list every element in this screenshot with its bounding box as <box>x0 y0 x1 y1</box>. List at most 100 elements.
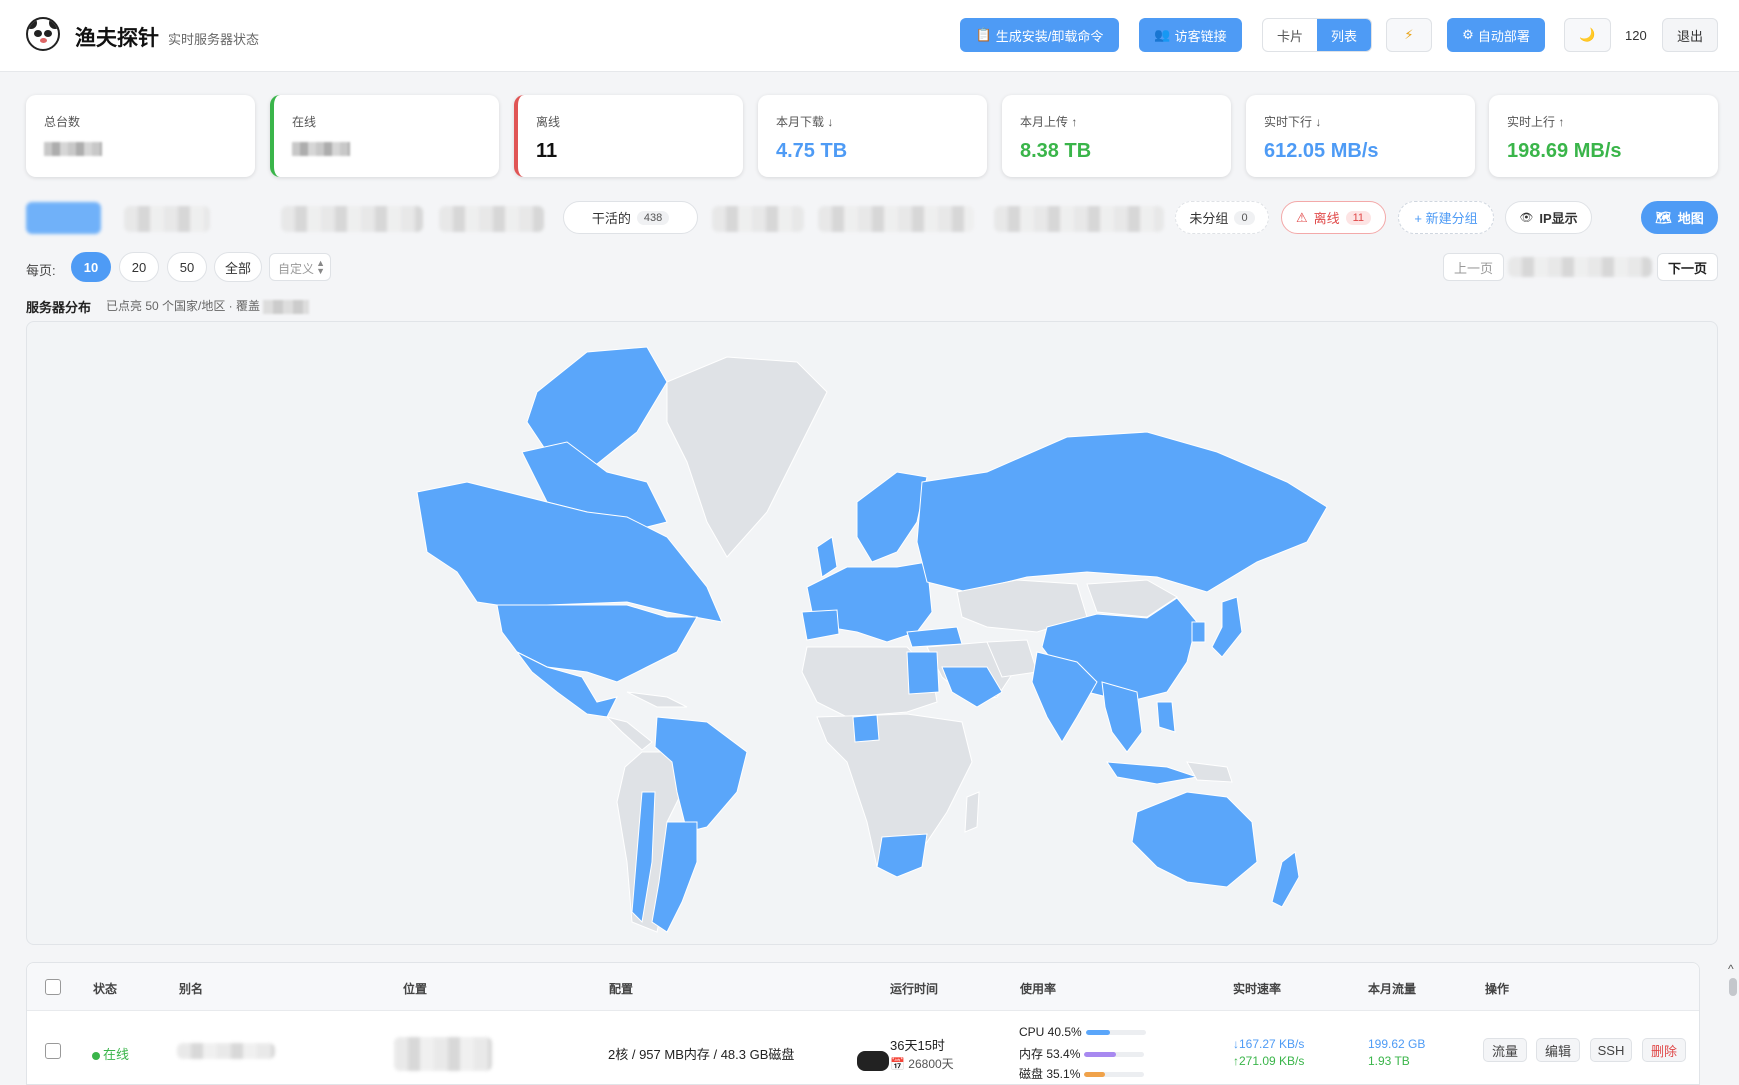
os-badge <box>857 1051 889 1071</box>
map-region-usa <box>496 604 698 683</box>
stat-total: 总台数 <box>26 95 255 177</box>
map-region-south-africa <box>876 833 928 878</box>
panda-logo <box>26 17 60 51</box>
map-region-caribbean <box>626 691 688 708</box>
people-icon: 👥 <box>1154 27 1171 42</box>
map-region-australia <box>1131 791 1258 888</box>
distribution-subtitle: 已点亮 50 个国家/地区 · 覆盖 <box>106 297 310 314</box>
group-tab-ungrouped[interactable]: 未分组 0 <box>1175 201 1269 234</box>
ssh-button[interactable]: SSH <box>1590 1038 1632 1062</box>
traffic-up: 1.93 TB <box>1368 1054 1410 1068</box>
logout-button[interactable]: 退出 <box>1662 18 1718 52</box>
per-page-all[interactable]: 全部 <box>214 252 262 282</box>
redacted-value <box>292 142 350 156</box>
visitor-link-button[interactable]: 👥 访客链接 <box>1139 18 1242 52</box>
view-card-button[interactable]: 卡片 <box>1263 19 1317 51</box>
col-alias[interactable]: 别名 <box>179 980 203 997</box>
group-tab-redacted[interactable] <box>124 206 210 232</box>
stat-realtime-down: 实时下行 ↓ 612.05 MB/s <box>1246 95 1475 177</box>
prev-page-button[interactable]: 上一页 <box>1443 253 1504 281</box>
server-location <box>394 1037 492 1071</box>
expire-value: 📅 26800天 <box>890 1057 954 1071</box>
map-region-nigeria <box>852 714 880 743</box>
row-checkbox[interactable] <box>45 1043 61 1059</box>
next-page-button[interactable]: 下一页 <box>1657 253 1718 281</box>
edit-button[interactable]: 编辑 <box>1536 1038 1580 1062</box>
map-region-central-america <box>605 716 653 751</box>
map-region-southeast-asia <box>1101 681 1143 753</box>
theme-toggle-button[interactable]: 🌙 <box>1564 18 1611 52</box>
scrollbar-thumb[interactable] <box>1729 978 1737 996</box>
group-tab-working[interactable]: 干活的 438 <box>563 201 698 234</box>
warning-icon: ⚠ <box>1295 209 1308 225</box>
col-location[interactable]: 位置 <box>403 980 427 997</box>
rate-down: ↓167.27 KB/s <box>1233 1037 1305 1051</box>
server-alias[interactable] <box>177 1043 275 1059</box>
group-tab-offline[interactable]: ⚠ 离线 11 <box>1281 201 1386 234</box>
scroll-up-arrow[interactable]: ^ <box>1728 962 1734 976</box>
group-tab-redacted[interactable] <box>281 206 423 232</box>
map-region-madagascar <box>964 791 980 833</box>
memory-usage: 内存 53.4% <box>1019 1045 1145 1062</box>
refresh-interval[interactable]: 120 <box>1625 28 1647 43</box>
clipboard-icon: 📋 <box>975 27 992 42</box>
install-command-button[interactable]: 📋 生成安装/卸载命令 <box>960 18 1119 52</box>
per-page-20[interactable]: 20 <box>119 252 159 282</box>
col-actions: 操作 <box>1485 982 1510 996</box>
per-page-10[interactable]: 10 <box>71 252 111 282</box>
uptime-value: 36天15时 <box>890 1038 945 1053</box>
map-region-new-guinea <box>1186 761 1233 783</box>
stat-month-download: 本月下载 ↓ 4.75 TB <box>758 95 987 177</box>
map-region-iberia <box>801 609 840 641</box>
group-tab-redacted[interactable] <box>712 206 804 232</box>
col-usage[interactable]: 使用率 <box>1020 980 1056 997</box>
group-tab-redacted[interactable] <box>994 206 1164 232</box>
cpu-usage: CPU 40.5% <box>1019 1025 1146 1039</box>
col-traffic[interactable]: 本月流量 <box>1368 980 1416 997</box>
new-group-button[interactable]: + 新建分组 <box>1398 201 1494 234</box>
rate-up: ↑271.09 KB/s <box>1233 1054 1305 1068</box>
eye-icon: 👁 <box>1519 212 1534 224</box>
per-page-50[interactable]: 50 <box>167 252 207 282</box>
world-map[interactable] <box>26 321 1718 945</box>
page-indicator <box>1508 257 1652 277</box>
map-region-new-zealand <box>1271 851 1300 908</box>
col-rate[interactable]: 实时速率 <box>1233 980 1281 997</box>
stat-month-upload: 本月上传 ↑ 8.38 TB <box>1002 95 1231 177</box>
server-table: 状态 别名 位置 配置 运行时间 使用率 实时速率 本月流量 操作 在线 2核 … <box>26 962 1700 1085</box>
map-region-uk <box>816 536 838 578</box>
col-config[interactable]: 配置 <box>609 980 633 997</box>
col-status[interactable]: 状态 <box>93 980 117 997</box>
quick-action-button[interactable]: ⚡ <box>1386 18 1432 52</box>
group-tab-all[interactable] <box>26 202 101 234</box>
lightning-icon: ⚡ <box>1404 27 1414 42</box>
per-page-custom-input[interactable]: 自定义 ▲ ▼ <box>269 253 331 281</box>
map-region-scandinavia <box>856 471 928 563</box>
ip-display-toggle[interactable]: 👁 IP显示 <box>1505 201 1592 234</box>
table-header: 状态 别名 位置 配置 运行时间 使用率 实时速率 本月流量 操作 <box>27 963 1699 1011</box>
delete-button[interactable]: 删除 <box>1642 1038 1686 1062</box>
select-all-checkbox[interactable] <box>45 979 61 995</box>
gear-icon: ⚙ <box>1462 27 1474 42</box>
spinner-icon[interactable]: ▲ ▼ <box>316 259 325 276</box>
world-map-svg <box>416 346 1328 933</box>
brand-subtitle: 实时服务器状态 <box>168 32 260 47</box>
traffic-button[interactable]: 流量 <box>1483 1038 1527 1062</box>
view-list-button[interactable]: 列表 <box>1317 19 1371 51</box>
stat-offline: 离线 11 <box>514 95 743 177</box>
map-region-egypt <box>906 651 940 695</box>
map-icon: 🗺 <box>1655 209 1672 225</box>
stat-realtime-up: 实时上行 ↑ 198.69 MB/s <box>1489 95 1718 177</box>
redacted-value <box>44 142 102 156</box>
traffic-down: 199.62 GB <box>1368 1037 1426 1051</box>
distribution-title: 服务器分布 <box>26 300 92 315</box>
col-uptime[interactable]: 运行时间 <box>890 980 938 997</box>
per-page-label: 每页: <box>26 263 56 278</box>
group-tab-redacted[interactable] <box>439 206 544 232</box>
group-tab-redacted[interactable] <box>818 206 974 232</box>
top-header: 渔夫探针 实时服务器状态 📋 生成安装/卸载命令 👥 访客链接 卡片 列表 ⚡ … <box>0 0 1739 72</box>
auto-deploy-button[interactable]: ⚙ 自动部署 <box>1447 18 1545 52</box>
map-toggle-button[interactable]: 🗺 地图 <box>1641 201 1718 234</box>
map-region-philippines <box>1156 701 1176 733</box>
brand-title: 渔夫探针 <box>75 27 159 50</box>
